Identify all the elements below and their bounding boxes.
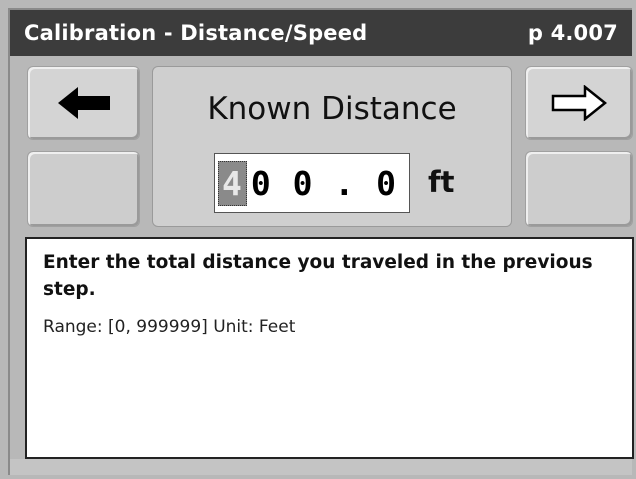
help-panel: Enter the total distance you traveled in… [25, 237, 634, 459]
blank-soft-key-right[interactable] [525, 151, 633, 227]
arrow-left-icon [57, 87, 110, 119]
panel-title: Known Distance [207, 91, 457, 127]
range-text: Range: [0, 999999] Unit: Feet [43, 317, 296, 337]
bottom-bar [10, 459, 632, 475]
arrow-right-icon [551, 85, 607, 121]
known-distance-panel: Known Distance 4 0 0 . 0 ft [152, 66, 512, 227]
next-button[interactable] [525, 66, 633, 140]
blank-soft-key-left[interactable] [27, 151, 140, 227]
distance-value: 0 0 . 0 [250, 163, 397, 203]
page-number: p 4.007 [527, 21, 618, 45]
unit-label: ft [428, 165, 455, 199]
back-button[interactable] [27, 66, 140, 140]
distance-input[interactable]: 4 0 0 . 0 [214, 153, 410, 213]
cursor-digit[interactable]: 4 [218, 160, 247, 206]
screen-title: Calibration - Distance/Speed [24, 21, 368, 45]
help-text: Enter the total distance you traveled in… [43, 252, 593, 300]
title-bar: Calibration - Distance/Speed p 4.007 [10, 10, 632, 56]
